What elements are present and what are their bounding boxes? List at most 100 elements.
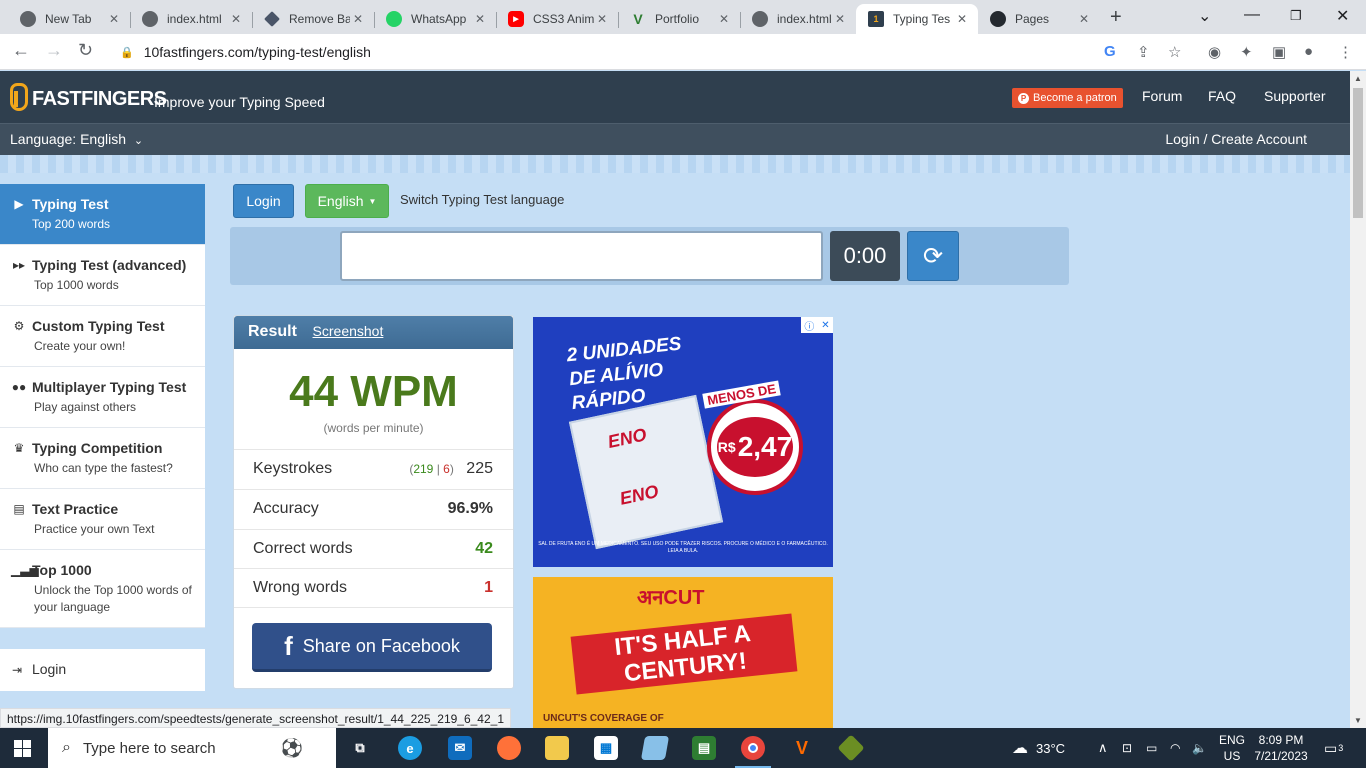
restore-button[interactable]: ❐ [1290, 8, 1302, 24]
site-logo[interactable]: FASTFINGERS [10, 77, 167, 115]
spreadsheet-icon[interactable]: ▤ [692, 736, 716, 760]
browser-tab[interactable]: Pages ✕ [978, 4, 1100, 34]
back-icon[interactable]: ← [12, 40, 30, 61]
lock-icon: 🔒 [120, 46, 134, 59]
sidebar-item-competition[interactable]: ♛ Typing Competition Who can type the fa… [0, 428, 205, 489]
camera-icon[interactable]: ◉ [1208, 43, 1221, 61]
google-icon[interactable]: G [1104, 43, 1116, 60]
scrollbar-thumb[interactable] [1353, 88, 1363, 218]
chrome-taskbar-icon[interactable] [735, 736, 771, 768]
login-button[interactable]: Login [233, 184, 294, 218]
browser-toolbar: ← → ↻ 🔒 10fastfingers.com/typing-test/en… [0, 34, 1366, 70]
browser-tab[interactable]: New Tab ✕ [8, 4, 131, 34]
close-tab-icon[interactable]: ✕ [1076, 12, 1092, 26]
close-tab-icon[interactable]: ✕ [716, 12, 732, 26]
language-bar: Language: English ⌄ Login / Create Accou… [0, 123, 1350, 155]
browser-tab-strip: New Tab ✕ index.html ✕ Remove Ba ✕ Whats… [0, 0, 1366, 34]
side-panel-icon[interactable]: ▣ [1272, 43, 1286, 61]
share-facebook-button[interactable]: f Share on Facebook [252, 623, 492, 672]
forward-icon[interactable]: → [45, 40, 63, 61]
signal-bars-icon: ▁▃▅ [11, 563, 39, 577]
file-explorer-icon[interactable] [545, 736, 569, 760]
advertisement-eno[interactable]: 2 UNIDADES DE ALÍVIO RÁPIDO ENO ENO R$ 2,… [533, 317, 833, 567]
sidebar-item-multiplayer[interactable]: ●● Multiplayer Typing Test Play against … [0, 367, 205, 428]
browser-tab[interactable]: V Portfolio ✕ [618, 4, 741, 34]
reload-icon[interactable]: ↻ [78, 40, 93, 61]
close-tab-icon[interactable]: ✕ [594, 12, 610, 26]
nav-supporter[interactable]: Supporter [1264, 88, 1325, 104]
ad-banner-text: IT'S HALF A CENTURY! [570, 613, 798, 695]
browser-tab[interactable]: Remove Ba ✕ [252, 4, 375, 34]
task-view-icon[interactable]: ⧉ [348, 736, 372, 760]
tray-chevron-icon[interactable]: ∧ [1098, 728, 1108, 768]
tab-search-icon[interactable]: ⌄ [1198, 6, 1211, 26]
sidebar-item-typing-test[interactable]: ▶ Typing Test Top 200 words [0, 184, 205, 245]
language-dropdown[interactable]: Language: English ⌄ [10, 131, 143, 147]
weather-widget[interactable]: ☁ 33°C [1012, 728, 1065, 768]
fast-forward-icon: ▸▸ [12, 258, 26, 272]
close-tab-icon[interactable]: ✕ [350, 12, 366, 26]
windows-start-icon[interactable] [14, 740, 31, 757]
close-tab-icon[interactable]: ✕ [832, 12, 848, 26]
tray-app-icon[interactable]: ⊡ [1122, 728, 1132, 768]
restart-button[interactable]: ⟳ [907, 231, 959, 281]
notifications-icon[interactable]: ▭ 3 [1324, 728, 1343, 768]
browser-tab[interactable]: WhatsApp ✕ [374, 4, 497, 34]
patreon-icon: P [1018, 92, 1029, 104]
become-patron-button[interactable]: P Become a patron [1012, 88, 1123, 108]
input-language[interactable]: ENG US [1219, 728, 1245, 768]
bookmark-star-icon[interactable]: ☆ [1168, 43, 1181, 61]
sidebar-item-top-1000[interactable]: ▁▃▅ Top 1000 Unlock the Top 1000 words o… [0, 550, 205, 628]
nav-forum[interactable]: Forum [1142, 88, 1182, 104]
scroll-down-icon[interactable]: ▼ [1354, 716, 1362, 725]
login-create-account-link[interactable]: Login / Create Account [1165, 131, 1307, 147]
firefox-icon[interactable] [497, 736, 521, 760]
typing-input[interactable] [340, 231, 823, 281]
edge-icon[interactable]: e [398, 736, 422, 760]
scroll-up-icon[interactable]: ▲ [1354, 74, 1362, 83]
sidebar-item-custom-typing-test[interactable]: ⚙ Custom Typing Test Create your own! [0, 306, 205, 367]
microsoft-store-icon[interactable]: ▦ [594, 736, 618, 760]
page-scrollbar[interactable]: ▲ ▼ [1350, 71, 1366, 728]
share-icon[interactable]: ⇪ [1137, 43, 1150, 61]
browser-tab[interactable]: ▶ CSS3 Anim ✕ [496, 4, 619, 34]
advertisement-uncut[interactable]: अनCUT IT'S HALF A CENTURY! UNCUT'S COVER… [533, 577, 833, 728]
close-tab-icon[interactable]: ✕ [472, 12, 488, 26]
close-tab-icon[interactable]: ✕ [954, 12, 970, 26]
language-select-button[interactable]: English ▼ [305, 184, 389, 218]
profile-avatar-icon[interactable]: ● [1304, 43, 1313, 60]
ad-info-icon[interactable]: ⓘ [804, 318, 814, 333]
ad-close-icon[interactable]: ✕ [821, 320, 829, 331]
clock[interactable]: 8:09 PM 7/21/2023 [1254, 728, 1307, 768]
v-logo-icon: V [633, 11, 643, 27]
menu-kebab-icon[interactable]: ⋮ [1338, 43, 1353, 61]
ad-choices[interactable]: ⓘ ✕ [801, 317, 833, 333]
site-header: FASTFINGERS Improve your Typing Speed P … [0, 71, 1350, 123]
screenshot-link[interactable]: Screenshot [313, 323, 384, 339]
address-bar[interactable]: 🔒 10fastfingers.com/typing-test/english [110, 38, 1190, 66]
battery-icon[interactable]: ▭ [1146, 728, 1157, 768]
sidebar-item-text-practice[interactable]: ▤ Text Practice Practice your own Text [0, 489, 205, 550]
browser-tab[interactable]: index.html ✕ [130, 4, 253, 34]
volume-icon[interactable]: 🔈 [1192, 728, 1207, 768]
sidebar-login[interactable]: ⇥ Login [0, 649, 205, 691]
mail-icon[interactable]: ✉ [448, 736, 472, 760]
browser-tab[interactable]: index.html ✕ [740, 4, 856, 34]
keystrokes-row: Keystrokes (219 | 6) 225 [234, 449, 513, 489]
product-pack-image: ENO ENO [568, 394, 724, 550]
hand-logo-icon [10, 77, 30, 115]
browser-tab-active[interactable]: 1 Typing Tes ✕ [856, 4, 978, 34]
extensions-icon[interactable]: ✦ [1240, 43, 1253, 61]
app-icon-diamond[interactable] [837, 734, 865, 762]
football-decoration-icon[interactable]: ⚽ [262, 736, 322, 760]
wifi-icon[interactable]: ◠ [1170, 728, 1180, 768]
close-tab-icon[interactable]: ✕ [106, 12, 122, 26]
window-close-button[interactable]: ✕ [1336, 6, 1349, 26]
sidebar-item-typing-test-advanced[interactable]: ▸▸ Typing Test (advanced) Top 1000 words [0, 245, 205, 306]
notes-app-icon[interactable] [640, 736, 670, 760]
v-app-icon[interactable]: V [790, 736, 814, 760]
close-tab-icon[interactable]: ✕ [228, 12, 244, 26]
new-tab-button[interactable]: + [1110, 7, 1122, 27]
minimize-button[interactable]: — [1244, 6, 1260, 24]
nav-faq[interactable]: FAQ [1208, 88, 1236, 104]
